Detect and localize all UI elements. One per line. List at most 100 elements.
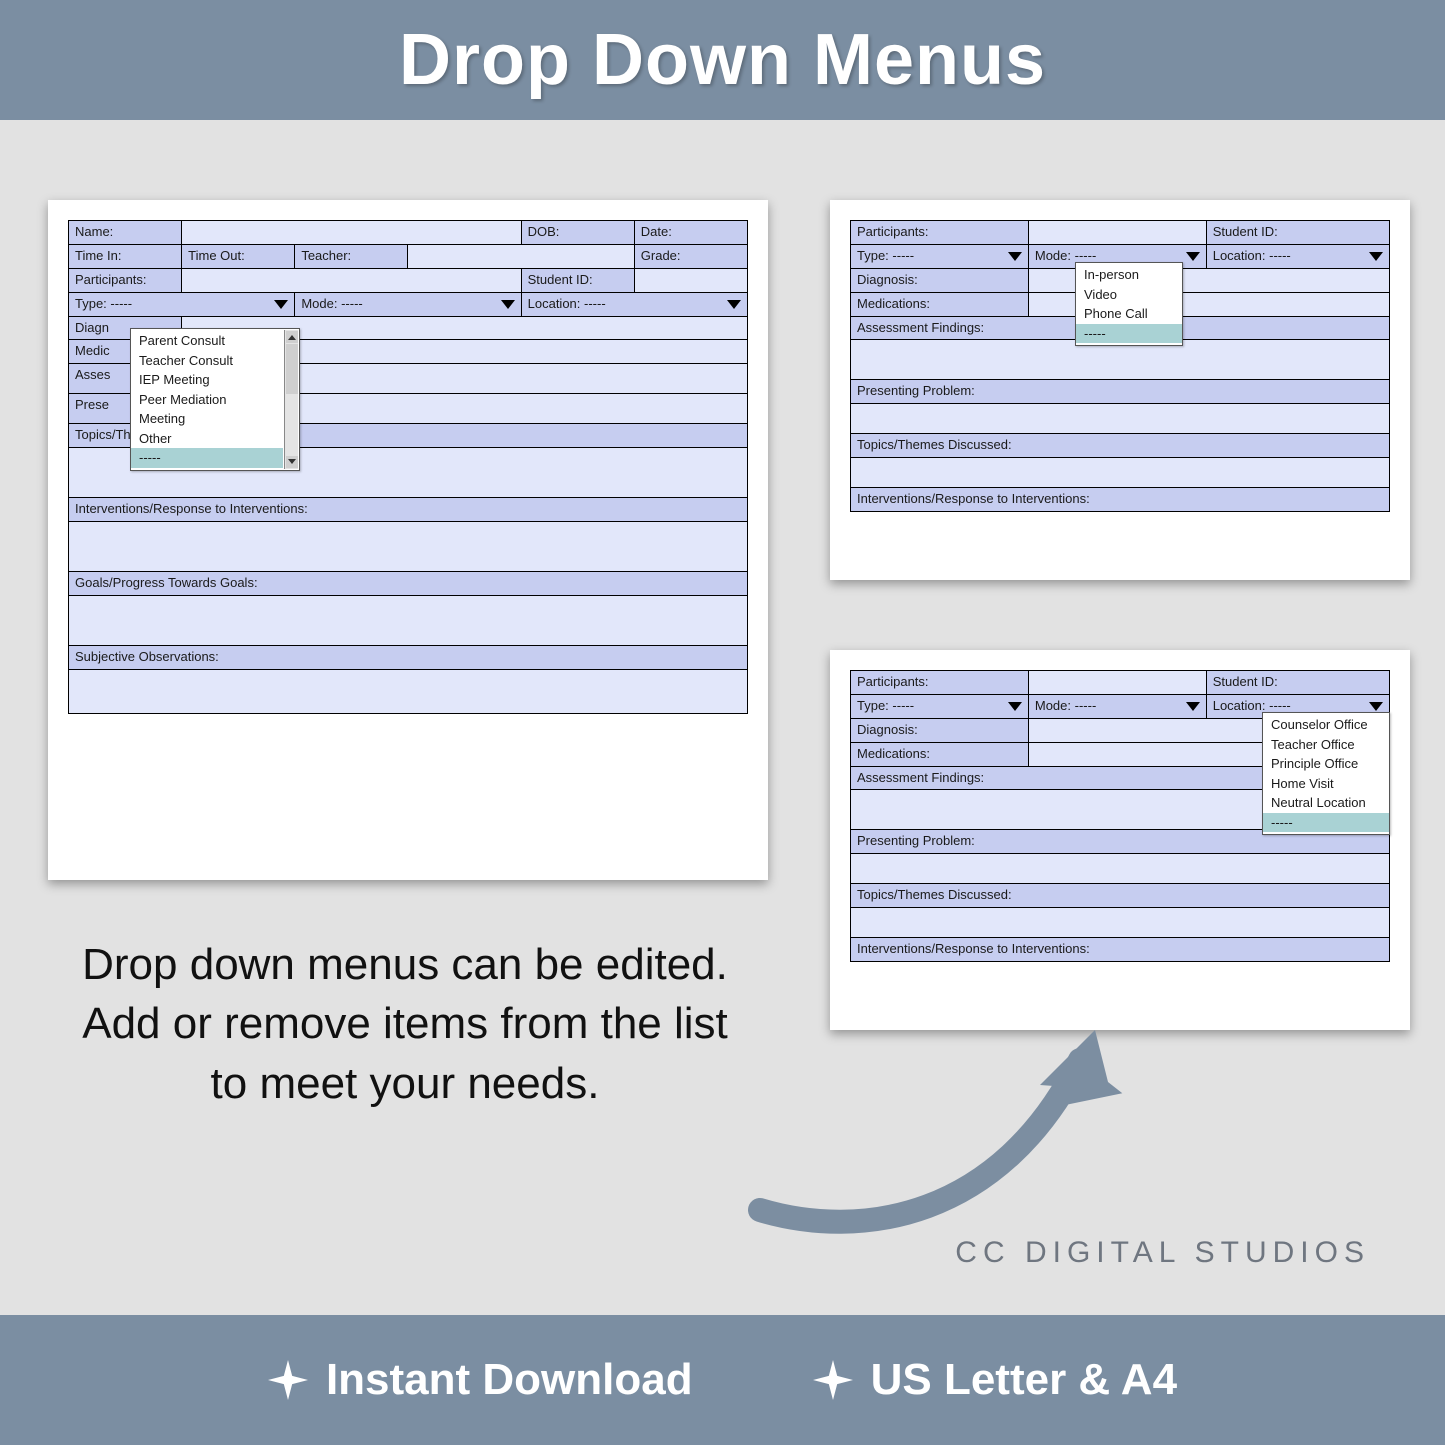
location-option[interactable]: Teacher Office: [1263, 735, 1389, 755]
label-topics: Topics/Themes Discussed:: [851, 884, 1390, 908]
chevron-down-icon: [1186, 252, 1200, 261]
chevron-down-icon: [288, 459, 296, 464]
label-subjective: Subjective Observations:: [69, 646, 748, 670]
type-dropdown[interactable]: Type: -----: [69, 292, 295, 316]
chevron-down-icon: [1186, 702, 1200, 711]
type-option[interactable]: -----: [131, 448, 283, 468]
field-subjective[interactable]: [69, 669, 748, 713]
label-interventions: Interventions/Response to Interventions:: [851, 488, 1390, 512]
chevron-down-icon: [1008, 702, 1022, 711]
label-presenting: Presenting Problem:: [851, 380, 1390, 404]
scroll-up-button[interactable]: [286, 331, 298, 343]
field-participants[interactable]: [1028, 221, 1206, 245]
location-option[interactable]: Principle Office: [1263, 754, 1389, 774]
label-time-out: Time Out:: [182, 244, 295, 268]
mode-option[interactable]: Video: [1076, 285, 1182, 305]
type-dropdown[interactable]: Type: -----: [851, 694, 1029, 718]
field-student-id[interactable]: [634, 268, 747, 292]
scroll-track[interactable]: [285, 394, 298, 455]
value-type: -----: [892, 698, 914, 713]
value-mode: -----: [1075, 698, 1097, 713]
label-participants: Participants:: [851, 221, 1029, 245]
label-date: Date:: [634, 221, 747, 245]
type-option[interactable]: Teacher Consult: [131, 351, 283, 371]
value-location: -----: [584, 296, 606, 311]
type-options-list[interactable]: Parent Consult Teacher Consult IEP Meeti…: [130, 328, 300, 471]
field-name[interactable]: [182, 221, 521, 245]
value-location: -----: [1269, 698, 1291, 713]
label-medications: Medications:: [851, 742, 1029, 766]
scroll-thumb[interactable]: [286, 344, 298, 394]
field-presenting[interactable]: [851, 854, 1390, 884]
label-interventions: Interventions/Response to Interventions:: [69, 498, 748, 522]
location-dropdown[interactable]: Location: -----: [521, 292, 747, 316]
preview-panel-type-dropdown: Name: DOB: Date: Time In: Time Out: Teac…: [48, 200, 768, 880]
label-mode: Mode:: [301, 296, 337, 311]
footer-paper-label: US Letter & A4: [871, 1355, 1177, 1405]
scroll-down-button[interactable]: [286, 456, 298, 468]
scrollbar[interactable]: [284, 330, 298, 469]
page-title: Drop Down Menus: [399, 19, 1046, 101]
footer-instant-download: Instant Download: [268, 1355, 693, 1405]
type-option[interactable]: Other: [131, 429, 283, 449]
field-presenting[interactable]: [851, 404, 1390, 434]
title-bar: Drop Down Menus: [0, 0, 1445, 120]
mode-option[interactable]: Phone Call: [1076, 304, 1182, 324]
type-option[interactable]: Parent Consult: [131, 331, 283, 351]
field-participants[interactable]: [182, 268, 521, 292]
preview-panel-location-dropdown: Participants: Student ID: Type: ----- Mo…: [830, 650, 1410, 1030]
field-topics[interactable]: [851, 458, 1390, 488]
field-goals[interactable]: [69, 596, 748, 646]
footer-bar: Instant Download US Letter & A4: [0, 1315, 1445, 1445]
sparkle-icon: [813, 1360, 853, 1400]
preview-panel-mode-dropdown: Participants: Student ID: Type: ----- Mo…: [830, 200, 1410, 580]
value-mode: -----: [1075, 248, 1097, 263]
type-dropdown[interactable]: Type: -----: [851, 244, 1029, 268]
label-diagnosis: Diagnosis:: [851, 268, 1029, 292]
mode-option[interactable]: -----: [1076, 324, 1182, 344]
chevron-down-icon: [727, 300, 741, 309]
type-option[interactable]: Meeting: [131, 409, 283, 429]
chevron-up-icon: [288, 335, 296, 340]
chevron-down-icon: [1008, 252, 1022, 261]
label-time-in: Time In:: [69, 244, 182, 268]
label-location: Location:: [1213, 248, 1266, 263]
label-goals: Goals/Progress Towards Goals:: [69, 572, 748, 596]
mode-options-list[interactable]: In-person Video Phone Call -----: [1075, 262, 1183, 346]
label-type: Type:: [857, 248, 889, 263]
value-mode: -----: [341, 296, 363, 311]
marketing-caption: Drop down menus can be edited. Add or re…: [75, 935, 735, 1113]
label-mode: Mode:: [1035, 248, 1071, 263]
brand-label: CC DIGITAL STUDIOS: [955, 1236, 1370, 1270]
location-options-list[interactable]: Counselor Office Teacher Office Principl…: [1262, 712, 1390, 835]
value-location: -----: [1269, 248, 1291, 263]
field-teacher[interactable]: [408, 244, 634, 268]
label-interventions: Interventions/Response to Interventions:: [851, 938, 1390, 962]
label-type: Type:: [857, 698, 889, 713]
label-dob: DOB:: [521, 221, 634, 245]
location-option[interactable]: -----: [1263, 813, 1389, 833]
location-option[interactable]: Neutral Location: [1263, 793, 1389, 813]
label-location: Location:: [528, 296, 581, 311]
mode-option[interactable]: In-person: [1076, 265, 1182, 285]
label-name: Name:: [69, 221, 182, 245]
mode-dropdown[interactable]: Mode: -----: [1028, 694, 1206, 718]
chevron-down-icon: [1369, 252, 1383, 261]
location-dropdown[interactable]: Location: -----: [1206, 244, 1389, 268]
chevron-down-icon: [1369, 702, 1383, 711]
label-topics: Topics/Themes Discussed:: [851, 434, 1390, 458]
label-student-id: Student ID:: [1206, 221, 1389, 245]
field-participants[interactable]: [1028, 671, 1206, 695]
label-diagnosis: Diagnosis:: [851, 718, 1029, 742]
footer-instant-label: Instant Download: [326, 1355, 693, 1405]
mode-dropdown[interactable]: Mode: -----: [295, 292, 521, 316]
location-option[interactable]: Home Visit: [1263, 774, 1389, 794]
field-interventions[interactable]: [69, 522, 748, 572]
type-option[interactable]: Peer Mediation: [131, 390, 283, 410]
type-option[interactable]: IEP Meeting: [131, 370, 283, 390]
location-option[interactable]: Counselor Office: [1263, 715, 1389, 735]
label-grade: Grade:: [634, 244, 747, 268]
label-student-id: Student ID:: [1206, 671, 1389, 695]
value-type: -----: [110, 296, 132, 311]
field-topics[interactable]: [851, 908, 1390, 938]
